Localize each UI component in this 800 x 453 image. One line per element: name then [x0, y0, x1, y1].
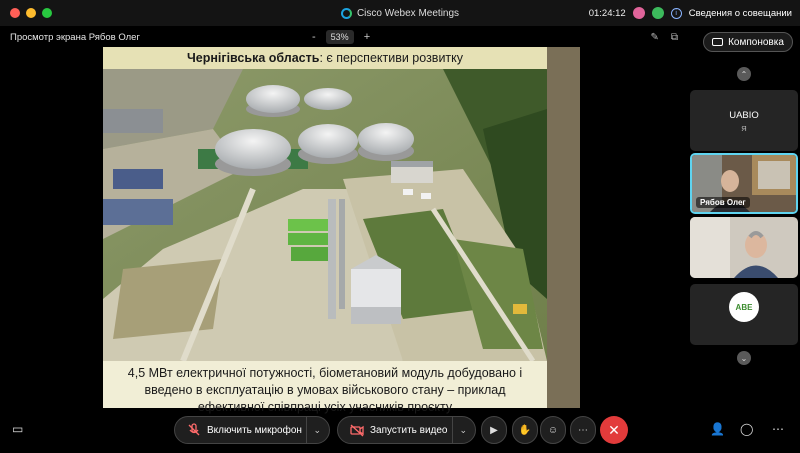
participant-video — [690, 217, 798, 278]
slide-title-rest: : є перспективи розвитку — [319, 51, 464, 65]
captions-icon[interactable]: ▭ — [12, 422, 23, 436]
popout-icon[interactable]: ⧉ — [671, 32, 678, 43]
slide-title-region: Чернігівська область — [186, 51, 320, 65]
share-icon: ▶ — [490, 424, 498, 436]
close-icon: ✕ — [608, 421, 620, 438]
bottom-toolbar: ▭ Включить микрофон ⌄ Запустить видео ⌄ … — [0, 416, 800, 446]
zoom-in-button[interactable]: + — [364, 31, 370, 43]
connection-icon[interactable] — [651, 7, 664, 19]
mic-muted-icon — [188, 423, 200, 436]
zoom-out-button[interactable]: - — [312, 31, 316, 43]
video-off-icon — [350, 424, 364, 437]
shared-slide: Чернігівська область: є перспективи розв… — [103, 47, 547, 414]
meeting-info-link[interactable]: Сведения о совещании — [689, 8, 792, 19]
layout-label: Компоновка — [728, 36, 784, 48]
chevron-down-icon[interactable]: ⌄ — [452, 416, 467, 444]
participant-tile-4[interactable]: ABE — [690, 284, 798, 345]
scroll-down-button[interactable]: ⌄ — [737, 351, 751, 365]
video-label: Запустить видео — [370, 424, 448, 436]
info-icon: i — [670, 7, 682, 19]
participant-tile-self[interactable]: UABIO Я — [690, 90, 798, 151]
app-title: Cisco Webex Meetings — [356, 7, 460, 19]
more-panels-icon[interactable]: ⋯ — [772, 422, 784, 436]
share-actions: ✎ ⧉ — [650, 32, 678, 43]
layout-icon — [712, 38, 724, 46]
share-label: Просмотр экрана Рябов Олег — [10, 31, 140, 43]
share-screen-button[interactable]: ▶ — [481, 416, 507, 444]
share-bar: Просмотр экрана Рябов Олег - 53% + ✎ ⧉ — [0, 26, 690, 48]
caption-line-1: 4,5 МВт електричної потужності, біометан… — [127, 366, 523, 380]
more-icon: ⋯ — [578, 424, 588, 436]
more-options-button[interactable]: ⋯ — [570, 416, 596, 444]
logo-text: ABE — [735, 302, 753, 312]
reactions-button[interactable]: ☺ — [540, 416, 566, 444]
mute-label: Включить микрофон — [207, 424, 302, 436]
end-call-button[interactable]: ✕ — [600, 416, 628, 444]
annotate-icon[interactable]: ✎ — [650, 32, 658, 43]
slide-caption: 4,5 МВт електричної потужності, біометан… — [103, 361, 547, 414]
layout-button[interactable]: Компоновка — [703, 32, 793, 52]
chevron-down-icon[interactable]: ⌄ — [306, 416, 321, 444]
raise-hand-button[interactable]: ✋ — [512, 416, 538, 444]
webex-logo-icon — [340, 7, 352, 19]
scroll-up-button[interactable]: ⌃ — [737, 67, 751, 81]
participant-tile-active-speaker[interactable]: Рябов Олег — [690, 153, 798, 214]
zoom-control: - 53% + — [312, 30, 370, 44]
mute-button[interactable]: Включить микрофон ⌄ — [174, 416, 330, 444]
title-bar: Cisco Webex Meetings 01:24:12 i Сведения… — [0, 0, 800, 26]
participant-self-label: Я — [741, 124, 747, 133]
meeting-timer: 01:24:12 — [588, 7, 626, 19]
zoom-value[interactable]: 53% — [325, 30, 354, 44]
video-button[interactable]: Запустить видео ⌄ — [337, 416, 476, 444]
participant-name: UABIO — [729, 110, 759, 121]
chat-icon[interactable]: ◯ — [740, 422, 753, 436]
slide-title: Чернігівська область: є перспективи розв… — [103, 47, 547, 69]
speaker-name-tag: Рябов Олег — [696, 197, 750, 208]
caption-line-3: ефективної співпраці усіх учасників проє… — [197, 400, 453, 414]
participant-tile-3[interactable] — [690, 217, 798, 278]
participant-logo: ABE — [729, 292, 759, 322]
title-bar-right: 01:24:12 i Сведения о совещании — [589, 0, 792, 26]
participants-icon[interactable]: 👤 — [710, 422, 725, 436]
smiley-icon: ☺ — [547, 424, 559, 436]
caption-line-2: введено в експлуатацію в умовах військов… — [144, 383, 506, 397]
hand-icon: ✋ — [518, 424, 532, 436]
recording-icon[interactable] — [632, 7, 645, 19]
biogas-plant-photo — [103, 69, 547, 361]
